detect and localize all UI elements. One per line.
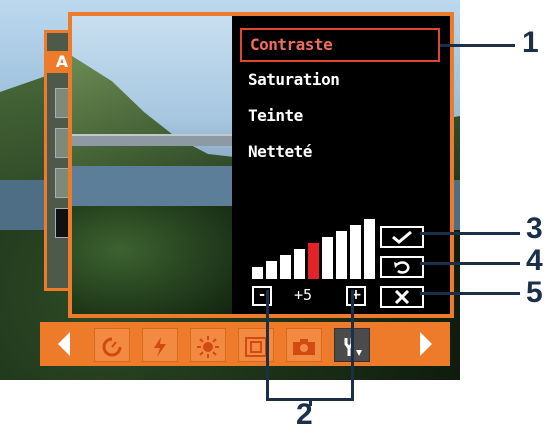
callout-5: 5: [526, 276, 543, 309]
callout-line-4: [420, 262, 520, 265]
plus-button[interactable]: +: [346, 286, 366, 306]
callout-3: 3: [526, 212, 543, 245]
callout-line-2-left: [266, 290, 269, 400]
menu-item-saturation[interactable]: Saturation: [240, 64, 440, 98]
level-bar: [266, 261, 277, 279]
timer-icon[interactable]: [94, 328, 130, 362]
adjustment-panel: Contraste Saturation Teinte Netteté - +5…: [68, 12, 454, 318]
undo-icon: [394, 261, 410, 274]
level-bar: [364, 219, 375, 279]
callout-line-5: [420, 292, 520, 295]
level-bar: [294, 249, 305, 279]
callout-1: 1: [522, 26, 539, 59]
scroll-right-arrow-icon[interactable]: [420, 332, 432, 356]
callout-line-1: [440, 44, 515, 47]
level-indicator: [252, 219, 382, 279]
brightness-icon[interactable]: [190, 328, 226, 362]
reset-button[interactable]: [380, 256, 424, 278]
callout-2: 2: [296, 398, 313, 431]
callout-line-3: [420, 232, 520, 235]
menu-item-contraste[interactable]: Contraste: [240, 28, 440, 62]
scroll-left-arrow-icon[interactable]: [58, 332, 70, 356]
photo-bridge: [72, 134, 232, 146]
callout-line-2-right: [351, 290, 354, 400]
menu-item-nettete[interactable]: Netteté: [240, 136, 440, 170]
camera-icon[interactable]: [286, 328, 322, 362]
adjust-value: +5: [294, 286, 313, 304]
level-bar: [308, 243, 319, 279]
minus-button[interactable]: -: [252, 286, 272, 306]
camera-toolbar: [40, 322, 450, 366]
photo-trees: [72, 206, 232, 314]
level-bar: [280, 255, 291, 279]
flash-icon[interactable]: [142, 328, 178, 362]
cancel-button[interactable]: [380, 286, 424, 308]
callout-4: 4: [526, 244, 543, 277]
close-icon: [394, 289, 410, 305]
camera-screen: A Contraste Saturation Teinte Netteté - …: [0, 0, 460, 380]
menu-item-teinte[interactable]: Teinte: [240, 100, 440, 134]
check-icon: [392, 230, 412, 244]
confirm-button[interactable]: [380, 226, 424, 248]
level-bar: [322, 237, 333, 279]
level-bar: [350, 225, 361, 279]
photo-preview: [72, 16, 232, 314]
level-bar: [336, 231, 347, 279]
adjustment-menu: Contraste Saturation Teinte Netteté: [240, 28, 440, 172]
level-bar: [252, 267, 263, 279]
